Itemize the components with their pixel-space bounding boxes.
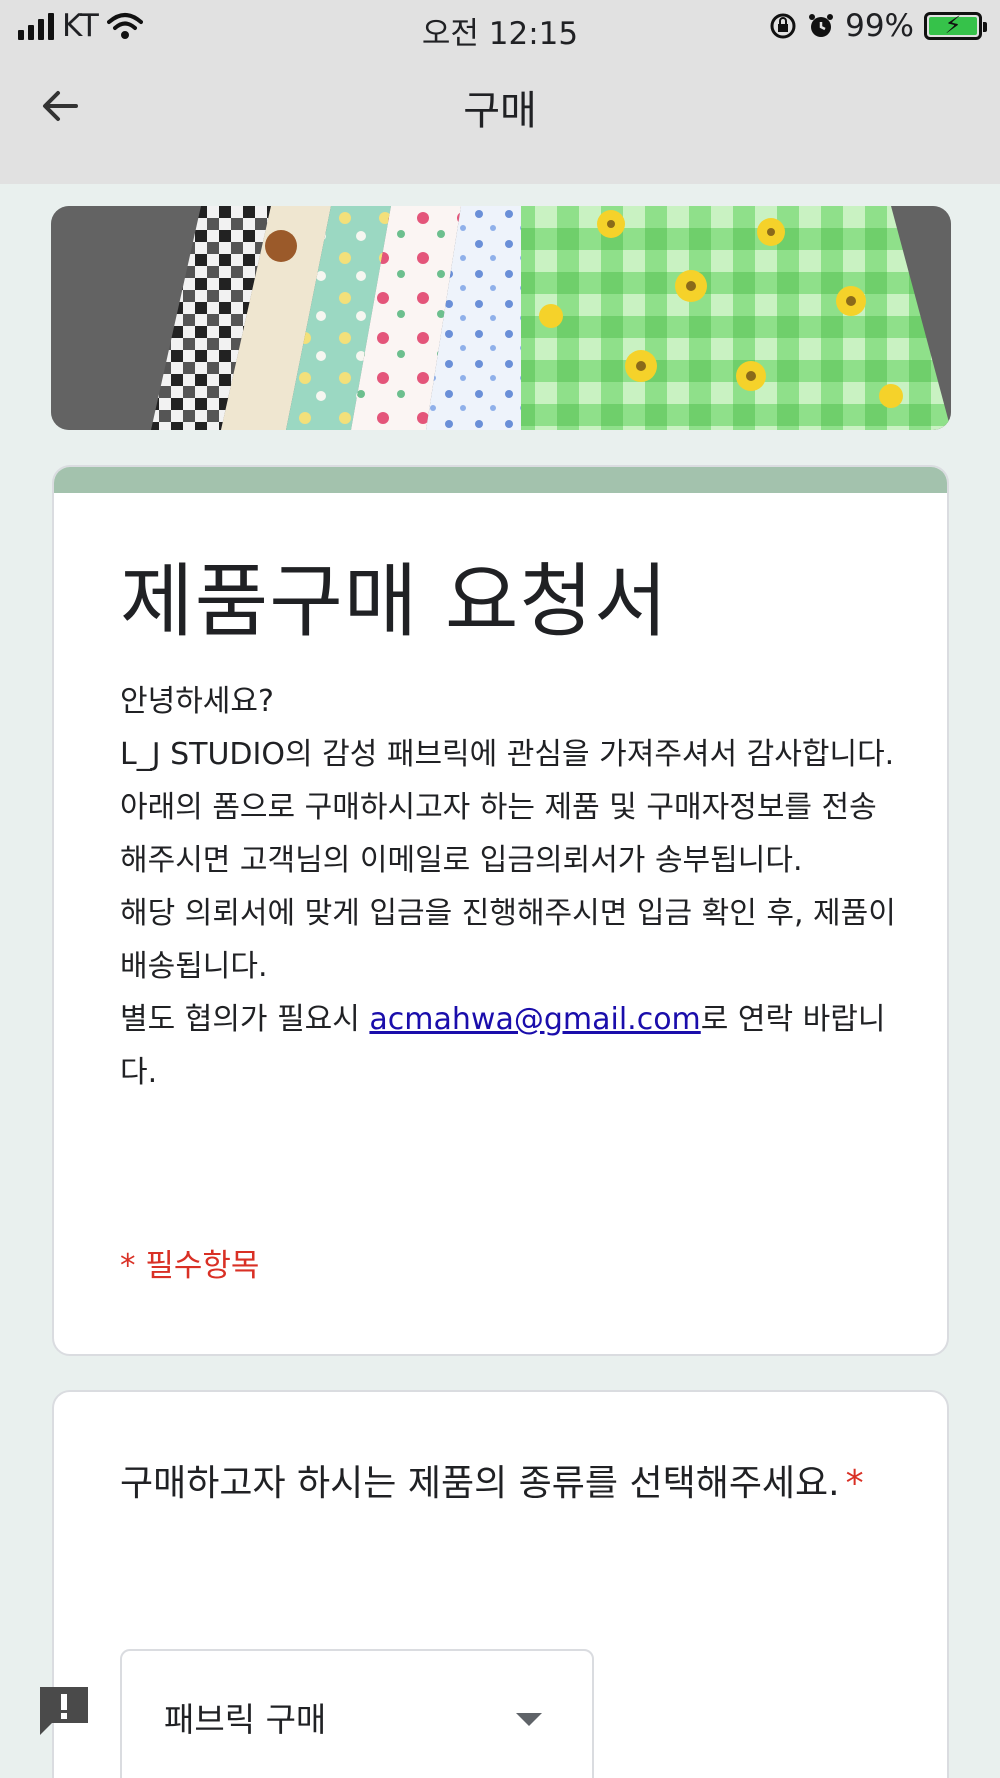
form-title: 제품구매 요청서 (120, 555, 669, 648)
select-value: 패브릭 구매 (164, 1700, 327, 1739)
form-description: 안녕하세요? L_J STUDIO의 감성 패브릭에 관심을 가져주셔서 감사합… (120, 675, 900, 1099)
description-line: 아래의 폼으로 구매하시고자 하는 제품 및 구매자정보를 전송해주시면 고객님… (120, 790, 877, 878)
feedback-icon[interactable] (36, 1683, 92, 1739)
battery-percent: 99% (845, 8, 914, 44)
dropdown-arrow-icon (516, 1713, 542, 1726)
email-link[interactable]: acmahwa@gmail.com (369, 1002, 700, 1037)
product-type-select[interactable]: 패브릭 구매 (120, 1649, 594, 1778)
app-bar: 구매 (0, 56, 1000, 184)
accent-bar (54, 467, 947, 493)
fabric-banner-image (51, 206, 951, 430)
description-text: 별도 협의가 필요시 (120, 1002, 370, 1037)
rotation-lock-icon (770, 13, 796, 39)
question-text: 구매하고자 하시는 제품의 종류를 선택해주세요. (120, 1463, 840, 1504)
status-bar: KT 오전 12:15 99% ⚡ (0, 0, 1000, 56)
battery-icon: ⚡ (924, 11, 987, 40)
description-line: L_J STUDIO의 감성 패브릭에 관심을 가져주셔서 감사합니다. (120, 737, 895, 772)
description-line: 안녕하세요? (120, 684, 274, 719)
alarm-icon (809, 14, 834, 37)
question-card: 구매하고자 하시는 제품의 종류를 선택해주세요. * 패브릭 구매 (52, 1390, 949, 1778)
description-line: 별도 협의가 필요시 acmahwa@gmail.com로 연락 바랍니다. (120, 993, 900, 1099)
description-line: 해당 의뢰서에 맞게 입금을 진행해주시면 입금 확인 후, 제품이 배송됩니다… (120, 896, 896, 984)
question-label: 구매하고자 하시는 제품의 종류를 선택해주세요. * (120, 1452, 880, 1516)
status-right: 99% ⚡ (769, 8, 987, 44)
page-title: 구매 (463, 88, 537, 134)
required-mark: * (845, 1463, 864, 1504)
form-header-card: 제품구매 요청서 안녕하세요? L_J STUDIO의 감성 패브릭에 관심을 … (52, 465, 949, 1356)
required-note: * 필수항목 (120, 1248, 260, 1284)
